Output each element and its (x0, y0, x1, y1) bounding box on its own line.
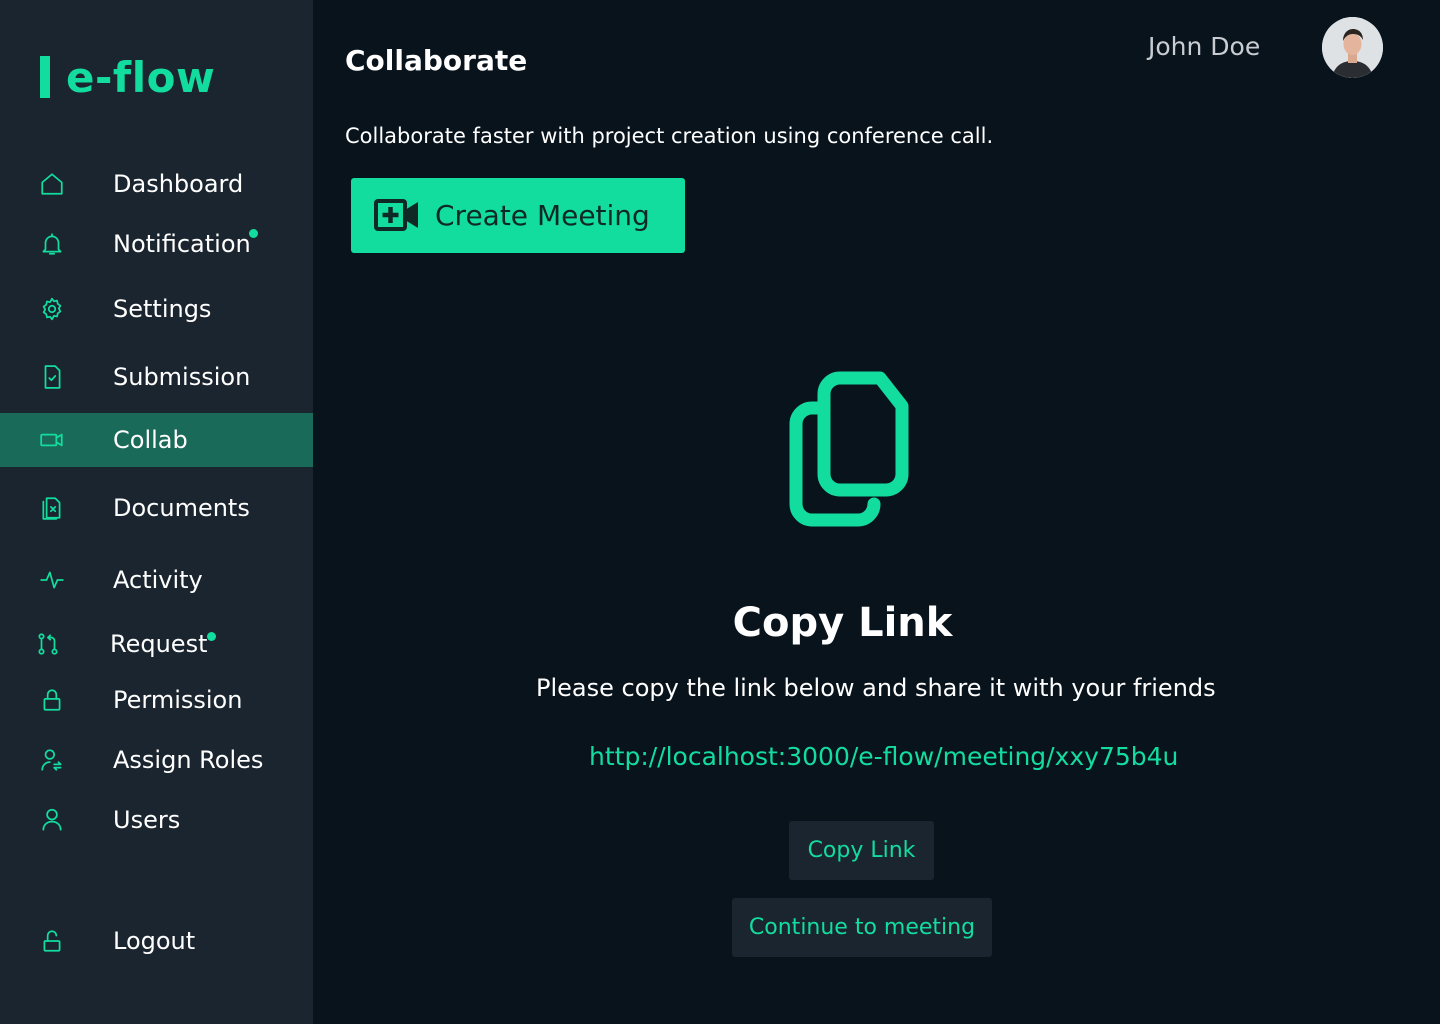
page-subtitle: Collaborate faster with project creation… (345, 124, 994, 148)
create-meeting-label: Create Meeting (435, 199, 650, 232)
logo-text: e-flow (66, 52, 216, 102)
user-assign-icon (38, 746, 66, 774)
sidebar-item-submission[interactable]: Submission (0, 350, 313, 404)
logo-bar (40, 56, 50, 98)
file-check-icon (38, 363, 66, 391)
document-x-icon (38, 494, 66, 522)
sidebar-item-label: Assign Roles (113, 746, 264, 774)
gear-icon (38, 295, 66, 323)
sidebar-item-label: Users (113, 806, 181, 834)
sidebar-item-dashboard[interactable]: Dashboard (0, 157, 313, 211)
sidebar-item-users[interactable]: Users (0, 793, 313, 847)
user-name[interactable]: John Doe (1148, 32, 1260, 61)
sidebar-item-label: Activity (113, 566, 203, 594)
unlock-icon (38, 927, 66, 955)
activity-icon (38, 566, 66, 594)
copy-documents-icon (786, 366, 914, 528)
sidebar-item-label: Collab (113, 426, 188, 454)
sidebar-item-label: Permission (113, 686, 243, 714)
logout-button[interactable]: Logout (0, 914, 313, 968)
sidebar-item-label: Notification (113, 230, 251, 258)
copy-link-button[interactable]: Copy Link (789, 821, 934, 880)
video-plus-icon (373, 198, 421, 232)
sidebar-item-label: Settings (113, 295, 212, 323)
page-title: Collaborate (345, 44, 528, 77)
logout-label: Logout (113, 927, 196, 955)
sidebar-item-activity[interactable]: Activity (0, 553, 313, 607)
sidebar-item-permission[interactable]: Permission (0, 673, 313, 727)
copy-link-heading: Copy Link (732, 600, 953, 646)
sidebar-item-documents[interactable]: Documents (0, 481, 313, 535)
sidebar-item-label: Documents (113, 494, 250, 522)
create-meeting-button[interactable]: Create Meeting (351, 178, 685, 253)
sidebar-item-notification[interactable]: Notification (0, 217, 313, 271)
sidebar-item-collab[interactable]: Collab (0, 413, 313, 467)
logo[interactable]: e-flow (40, 52, 215, 102)
home-icon (38, 170, 66, 198)
sidebar-item-assign-roles[interactable]: Assign Roles (0, 733, 313, 787)
notification-badge (249, 229, 258, 238)
lock-icon (38, 686, 66, 714)
copy-link-description: Please copy the link below and share it … (536, 674, 1216, 702)
user-icon (38, 806, 66, 834)
sidebar: e-flow Dashboard Notification Settings S… (0, 0, 313, 1024)
video-icon (38, 426, 66, 454)
continue-to-meeting-button[interactable]: Continue to meeting (732, 898, 992, 957)
sidebar-item-settings[interactable]: Settings (0, 282, 313, 336)
avatar[interactable] (1322, 17, 1383, 78)
sidebar-item-label: Dashboard (113, 170, 244, 198)
bell-icon (38, 230, 66, 258)
sidebar-item-label: Submission (113, 363, 251, 391)
meeting-link[interactable]: http://localhost:3000/e-flow/meeting/xxy… (589, 742, 1178, 771)
